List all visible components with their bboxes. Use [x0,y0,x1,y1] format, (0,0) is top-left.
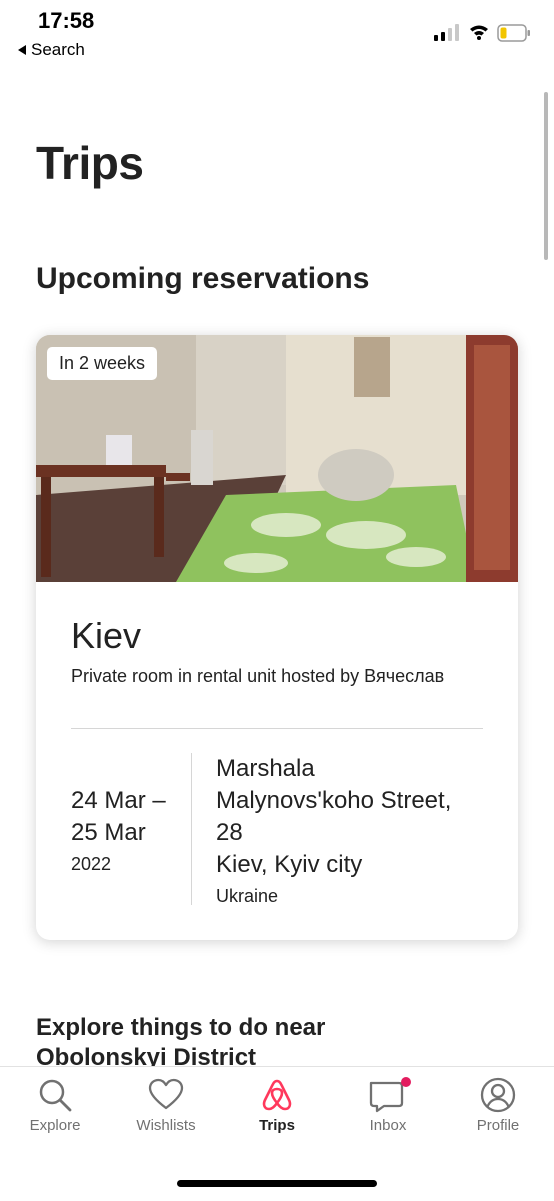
battery-icon [497,24,530,42]
address-country: Ukraine [216,886,279,906]
cellular-signal-icon [434,24,459,41]
home-indicator[interactable] [177,1180,377,1187]
search-icon [39,1079,72,1112]
chat-bubble-icon [369,1077,411,1113]
reservation-card[interactable]: In 2 weeks Kiev Private room in rental u… [36,335,518,940]
tab-wishlists-label: Wishlists [136,1117,196,1134]
tab-explore-label: Explore [29,1117,81,1134]
reservation-dates: 24 Mar – 25 Mar 2022 [71,785,191,879]
explore-title-line1: Explore things to do near [36,1014,326,1041]
user-circle-icon [480,1077,516,1113]
tab-profile[interactable]: Profile [443,1077,553,1134]
heart-icon [148,1078,184,1110]
time-until-badge: In 2 weeks [47,347,158,380]
status-time: 17:58 [38,8,95,33]
wifi-icon [470,25,488,40]
address-line1: Marshala [216,755,315,782]
back-link-label: Search [31,40,85,59]
tab-inbox-label: Inbox [369,1117,407,1134]
tab-wishlists[interactable]: Wishlists [111,1077,221,1134]
upcoming-reservations-heading: Upcoming reservations [36,262,370,295]
tab-trips[interactable]: Trips [222,1077,332,1134]
tab-trips-label: Trips [259,1117,295,1134]
date-range-line1: 24 Mar – [71,787,166,814]
tab-inbox[interactable]: Inbox [333,1077,443,1134]
airbnb-logo-icon [262,1079,292,1111]
listing-description: Private room in rental unit hosted by Вя… [71,666,445,686]
page-title: Trips [36,137,144,189]
scrollbar[interactable] [544,92,548,260]
address-line2: Malynovs'koho Street, [216,787,452,814]
back-arrow-icon [18,45,26,55]
back-to-search-link[interactable]: Search [18,40,85,60]
explore-nearby-heading: Explore things to do near Obolonskyi Dis… [36,1013,516,1073]
reservation-address: Marshala Malynovs'koho Street, 28 Kiev, … [216,753,506,911]
notification-dot [401,1077,411,1087]
date-year: 2022 [71,854,112,874]
status-bar: 17:58 Search [0,0,554,64]
reservation-city: Kiev [71,615,142,656]
card-divider [71,728,483,729]
tab-explore[interactable]: Explore [0,1077,110,1134]
date-range-line2: 25 Mar [71,819,146,846]
vertical-divider [191,753,192,905]
address-city: Kiev, Kyiv city [216,851,363,878]
tab-profile-label: Profile [476,1117,520,1134]
address-line3: 28 [216,819,243,846]
